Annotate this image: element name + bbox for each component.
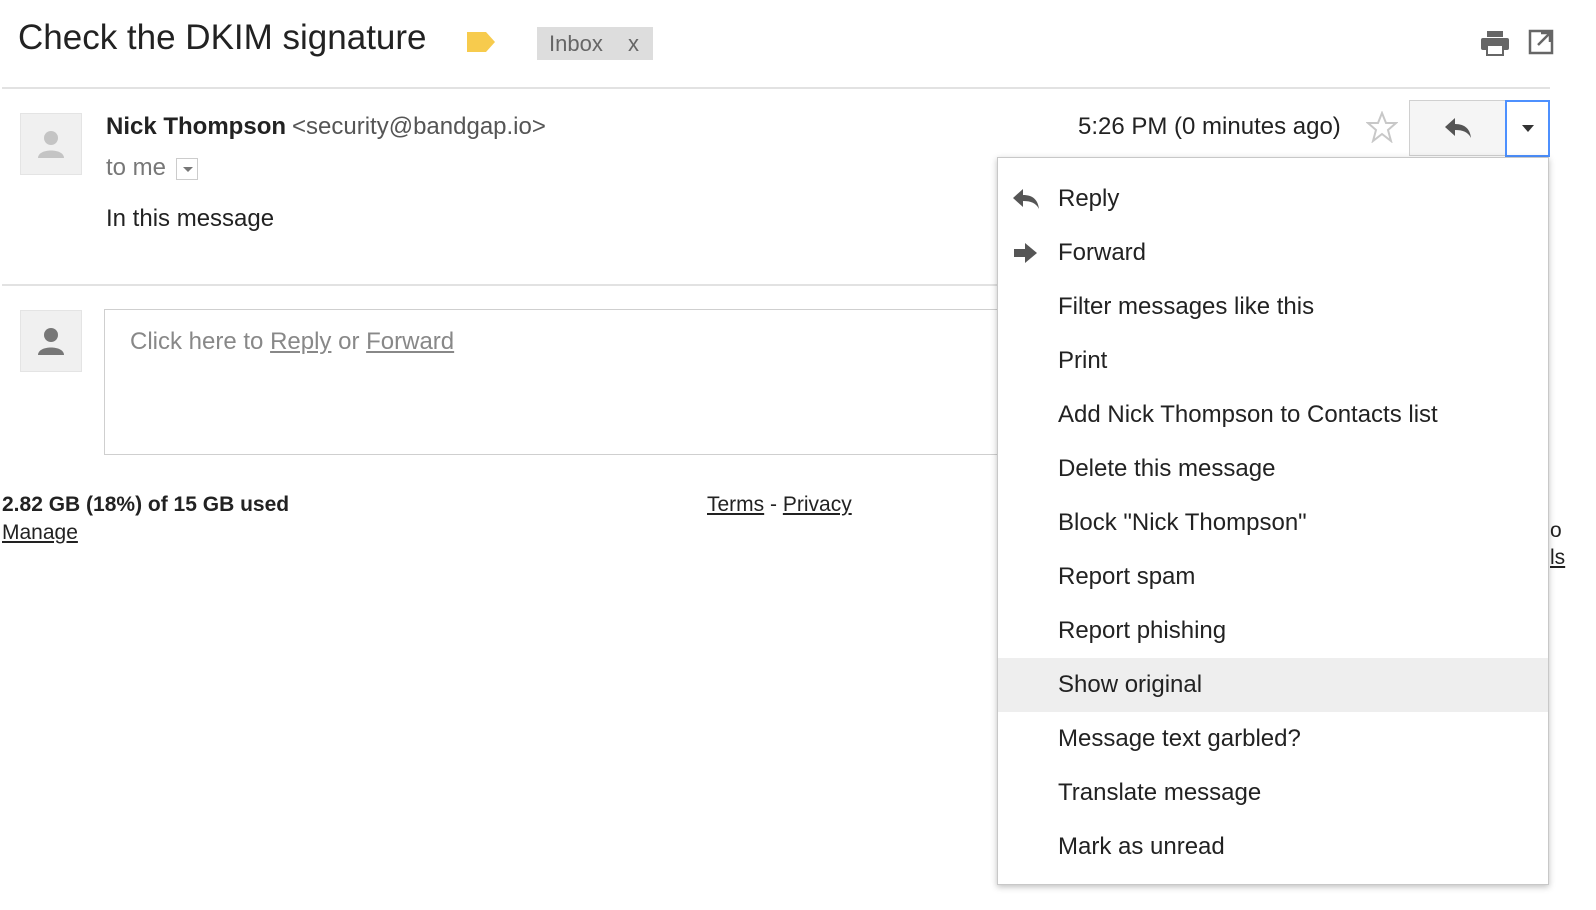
reply-prompt-prefix: Click here to (130, 328, 264, 355)
message-body: In this message (106, 205, 275, 232)
avatar-icon (38, 131, 64, 158)
menu-item-label: Block "Nick Thompson" (1058, 509, 1307, 536)
sender-avatar (20, 113, 82, 175)
star-icon[interactable] (1366, 111, 1398, 143)
email-subject: Check the DKIM signature (18, 18, 427, 57)
sender-line: Nick Thompson <security@bandgap.io> (106, 113, 546, 141)
menu-item-forward[interactable]: Forward (998, 226, 1548, 280)
avatar-icon (38, 328, 64, 355)
menu-item-label: Forward (1058, 239, 1147, 266)
quick-reply-box[interactable]: Click here to Reply or Forward (104, 309, 1004, 455)
forward-link[interactable]: Forward (366, 328, 454, 355)
menu-item-print[interactable]: Print (998, 334, 1548, 388)
message-divider (2, 284, 1002, 286)
recipient-text: to me (106, 154, 167, 181)
user-avatar (20, 310, 82, 372)
storage-usage: 2.82 GB (18%) of 15 GB used (2, 493, 290, 516)
menu-item-label: Report phishing (1058, 617, 1227, 644)
menu-item-report-phishing[interactable]: Report phishing (998, 604, 1548, 658)
label-tag-icon[interactable] (466, 31, 496, 53)
print-icon[interactable] (1480, 29, 1510, 57)
email-view: Check the DKIM signature Inbox x Nick Th… (0, 0, 1596, 910)
footer-links: Terms - Privacy (707, 493, 852, 517)
footer-edge-link[interactable]: ls (1550, 544, 1565, 571)
sender-name[interactable]: Nick Thompson (106, 113, 286, 140)
privacy-link[interactable]: Privacy (783, 493, 852, 516)
sender-email: <security@bandgap.io> (292, 113, 546, 140)
popout-icon[interactable] (1528, 29, 1554, 55)
reply-button[interactable] (1409, 100, 1506, 156)
inbox-label-chip[interactable]: Inbox x (537, 27, 653, 60)
menu-item-reply[interactable]: Reply (998, 172, 1548, 226)
menu-item-label: Delete this message (1058, 455, 1276, 482)
footer-edge-text: o ls (1550, 517, 1565, 571)
reply-icon (1444, 118, 1471, 138)
menu-item-label: Print (1058, 347, 1108, 374)
menu-item-translate[interactable]: Translate message (998, 766, 1548, 820)
menu-item-label: Reply (1058, 185, 1120, 212)
menu-item-delete[interactable]: Delete this message (998, 442, 1548, 496)
menu-item-label: Translate message (1058, 779, 1262, 806)
footer-edge-line-1: o (1550, 519, 1562, 542)
reply-link[interactable]: Reply (270, 328, 331, 355)
more-actions-button[interactable] (1505, 100, 1550, 157)
menu-item-label: Show original (1058, 671, 1203, 698)
menu-item-show-original[interactable]: Show original (998, 658, 1548, 712)
menu-item-filter[interactable]: Filter messages like this (998, 280, 1548, 334)
menu-item-block[interactable]: Block "Nick Thompson" (998, 496, 1548, 550)
reply-prompt-or: or (338, 328, 360, 355)
menu-item-add-contact[interactable]: Add Nick Thompson to Contacts list (998, 388, 1548, 442)
menu-item-report-spam[interactable]: Report spam (998, 550, 1548, 604)
menu-item-text-garbled[interactable]: Message text garbled? (998, 712, 1548, 766)
remove-label-button[interactable]: x (628, 31, 639, 57)
header-divider (2, 87, 1550, 89)
more-actions-menu: Reply Forward Filter messages like this … (997, 157, 1549, 885)
menu-item-label: Mark as unread (1058, 833, 1225, 860)
forward-icon (1014, 243, 1037, 263)
reply-prompt: Click here to Reply or Forward (130, 328, 454, 356)
menu-item-label: Filter messages like this (1058, 293, 1315, 320)
show-details-button[interactable] (176, 158, 199, 180)
menu-item-label: Add Nick Thompson to Contacts list (1058, 401, 1438, 428)
menu-item-label: Report spam (1058, 563, 1196, 590)
terms-link[interactable]: Terms (707, 493, 764, 516)
recipient-line: to me (106, 154, 199, 182)
menu-item-mark-unread[interactable]: Mark as unread (998, 820, 1548, 874)
reply-icon (1013, 189, 1039, 209)
manage-storage-link[interactable]: Manage (2, 521, 78, 545)
footer-separator: - (770, 493, 778, 516)
menu-item-label: Message text garbled? (1058, 725, 1301, 752)
inbox-label-text: Inbox (549, 30, 603, 56)
message-timestamp: 5:26 PM (0 minutes ago) (1078, 113, 1341, 140)
